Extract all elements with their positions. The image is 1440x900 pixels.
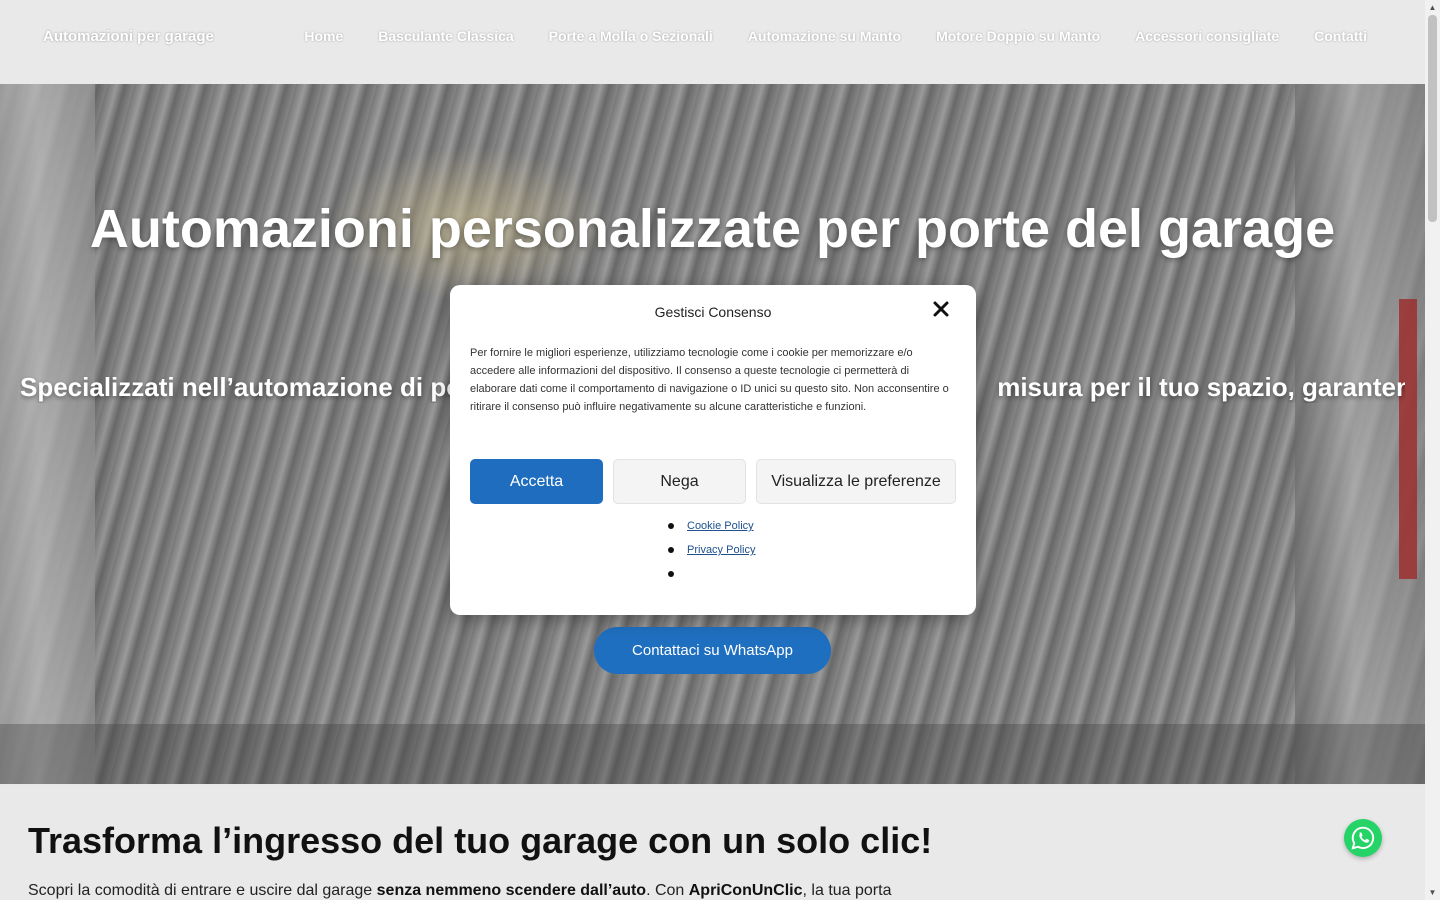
nav-item-home[interactable]: Home [304,28,343,44]
page: Automazioni per garage Home Basculante C… [0,0,1425,900]
page-scrollbar[interactable]: ▲ ▼ [1425,0,1440,900]
privacy-policy-link[interactable]: Privacy Policy [687,544,755,556]
view-preferences-button[interactable]: Visualizza le preferenze [756,459,956,504]
main-nav: Home Basculante Classica Porte a Molla o… [304,28,1367,44]
nav-item-porte-molla-sezionali[interactable]: Porte a Molla o Sezionali [549,28,713,44]
scroll-up-arrow-icon[interactable]: ▲ [1425,0,1440,15]
scroll-down-arrow-icon[interactable]: ▼ [1425,885,1440,900]
intro-section: Trasforma l’ingresso del tuo garage con … [0,786,1425,900]
policy-links: Cookie Policy Privacy Policy [667,514,755,586]
nav-item-accessori[interactable]: Accessori consigliate [1135,28,1279,44]
consent-description: Per fornire le migliori esperienze, util… [470,347,949,413]
site-brand-link[interactable]: Automazioni per garage [43,28,214,45]
intro-text-part-1: Scopri la comodità di entrare e uscire d… [28,882,377,899]
close-icon [933,301,949,317]
nav-item-motore-doppio-manto[interactable]: Motore Doppio su Manto [936,28,1100,44]
nav-item-basculante-classica[interactable]: Basculante Classica [378,28,513,44]
policy-list-item: Privacy Policy [667,538,755,562]
policy-list-item [667,562,755,586]
whatsapp-icon [1351,826,1375,850]
close-button[interactable] [931,299,951,319]
intro-text-part-2: . Con [646,882,689,899]
site-header: Automazioni per garage Home Basculante C… [0,0,1425,85]
scrollbar-thumb[interactable] [1428,15,1437,222]
accept-button[interactable]: Accetta [470,459,603,504]
intro-text-bold-2: ApriConUnClic [688,882,803,899]
hero-subtitle-left: Specializzati nell’automazione di por [20,372,473,402]
hero-title: Automazioni personalizzate per porte del… [89,199,1336,259]
policy-list-item: Cookie Policy [667,514,755,538]
intro-text-part-3: , la tua porta [802,882,892,899]
nav-item-contatti[interactable]: Contatti [1314,28,1367,44]
hero-subtitle-right: misura per il tuo spazio, garantendo [997,372,1405,402]
consent-dialog: Gestisci Consenso Per fornire le miglior… [450,285,976,615]
deny-button[interactable]: Nega [613,459,746,504]
cookie-policy-link[interactable]: Cookie Policy [687,520,754,532]
consent-title: Gestisci Consenso [654,304,772,320]
intro-text: Scopri la comodità di entrare e uscire d… [28,882,891,900]
whatsapp-floating-button[interactable] [1344,819,1382,857]
nav-item-automazione-manto[interactable]: Automazione su Manto [748,28,901,44]
intro-text-bold-1: senza nemmeno scendere dall’auto [376,882,647,899]
intro-title: Trasforma l’ingresso del tuo garage con … [28,820,933,861]
whatsapp-contact-button[interactable]: Contattaci su WhatsApp [594,627,831,674]
